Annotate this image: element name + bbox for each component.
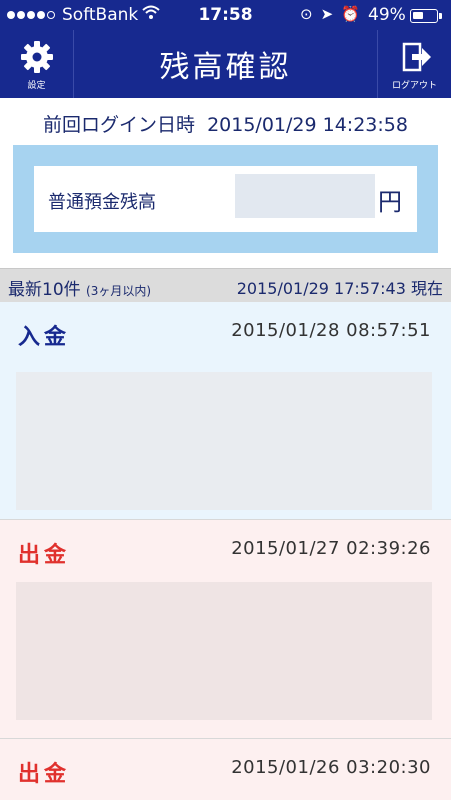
battery-level xyxy=(413,12,424,19)
logout-label: ログアウト xyxy=(391,81,437,91)
list-as-of: 2015/01/29 17:57:43 現在 xyxy=(236,279,443,298)
transaction-item[interactable]: 入金 2015/01/28 08:57:51 xyxy=(0,302,451,520)
balance-unit: 円 xyxy=(378,188,402,216)
logout-icon xyxy=(378,40,451,80)
rotation-lock-icon: ⊙ xyxy=(300,5,321,23)
transaction-item[interactable]: 出金 2015/01/27 02:39:26 xyxy=(0,520,451,739)
balance-amount xyxy=(235,174,375,218)
last-login-value: 2015/01/29 14:23:58 xyxy=(207,114,408,136)
balance-panel: 普通預金残高 円 xyxy=(13,145,438,253)
balance-card: 普通預金残高 円 xyxy=(34,166,417,232)
transaction-detail xyxy=(16,372,432,510)
transactions-header: 最新10件 (3ヶ月以内) 2015/01/29 17:57:43 現在 xyxy=(0,268,451,302)
list-title: 最新10件 xyxy=(8,280,81,300)
location-icon: ➤ xyxy=(320,5,342,23)
status-bar: SoftBank 17:58 ⊙➤⏰ 49% xyxy=(0,0,451,30)
battery-percent: 49% xyxy=(368,5,406,25)
transaction-date: 2015/01/27 02:39:26 xyxy=(231,538,431,559)
transaction-item[interactable]: 出金 2015/01/26 03:20:30 xyxy=(0,739,451,800)
last-login: 前回ログイン日時 2015/01/29 14:23:58 xyxy=(0,110,451,137)
transaction-date: 2015/01/28 08:57:51 xyxy=(231,320,431,341)
app-header: SoftBank 17:58 ⊙➤⏰ 49% 設定 残高確認 ログアウト xyxy=(0,0,451,98)
transaction-type: 入金 xyxy=(18,325,71,350)
list-subtitle: (3ヶ月以内) xyxy=(86,284,152,298)
battery-icon xyxy=(410,9,438,23)
alarm-icon: ⏰ xyxy=(341,5,368,23)
transaction-type: 出金 xyxy=(18,543,71,568)
logout-button[interactable]: ログアウト xyxy=(377,30,451,98)
transaction-detail xyxy=(16,582,432,720)
transaction-type: 出金 xyxy=(18,762,71,787)
last-login-label: 前回ログイン日時 xyxy=(43,114,196,136)
transaction-date: 2015/01/26 03:20:30 xyxy=(231,757,431,778)
balance-label: 普通預金残高 xyxy=(48,192,156,213)
